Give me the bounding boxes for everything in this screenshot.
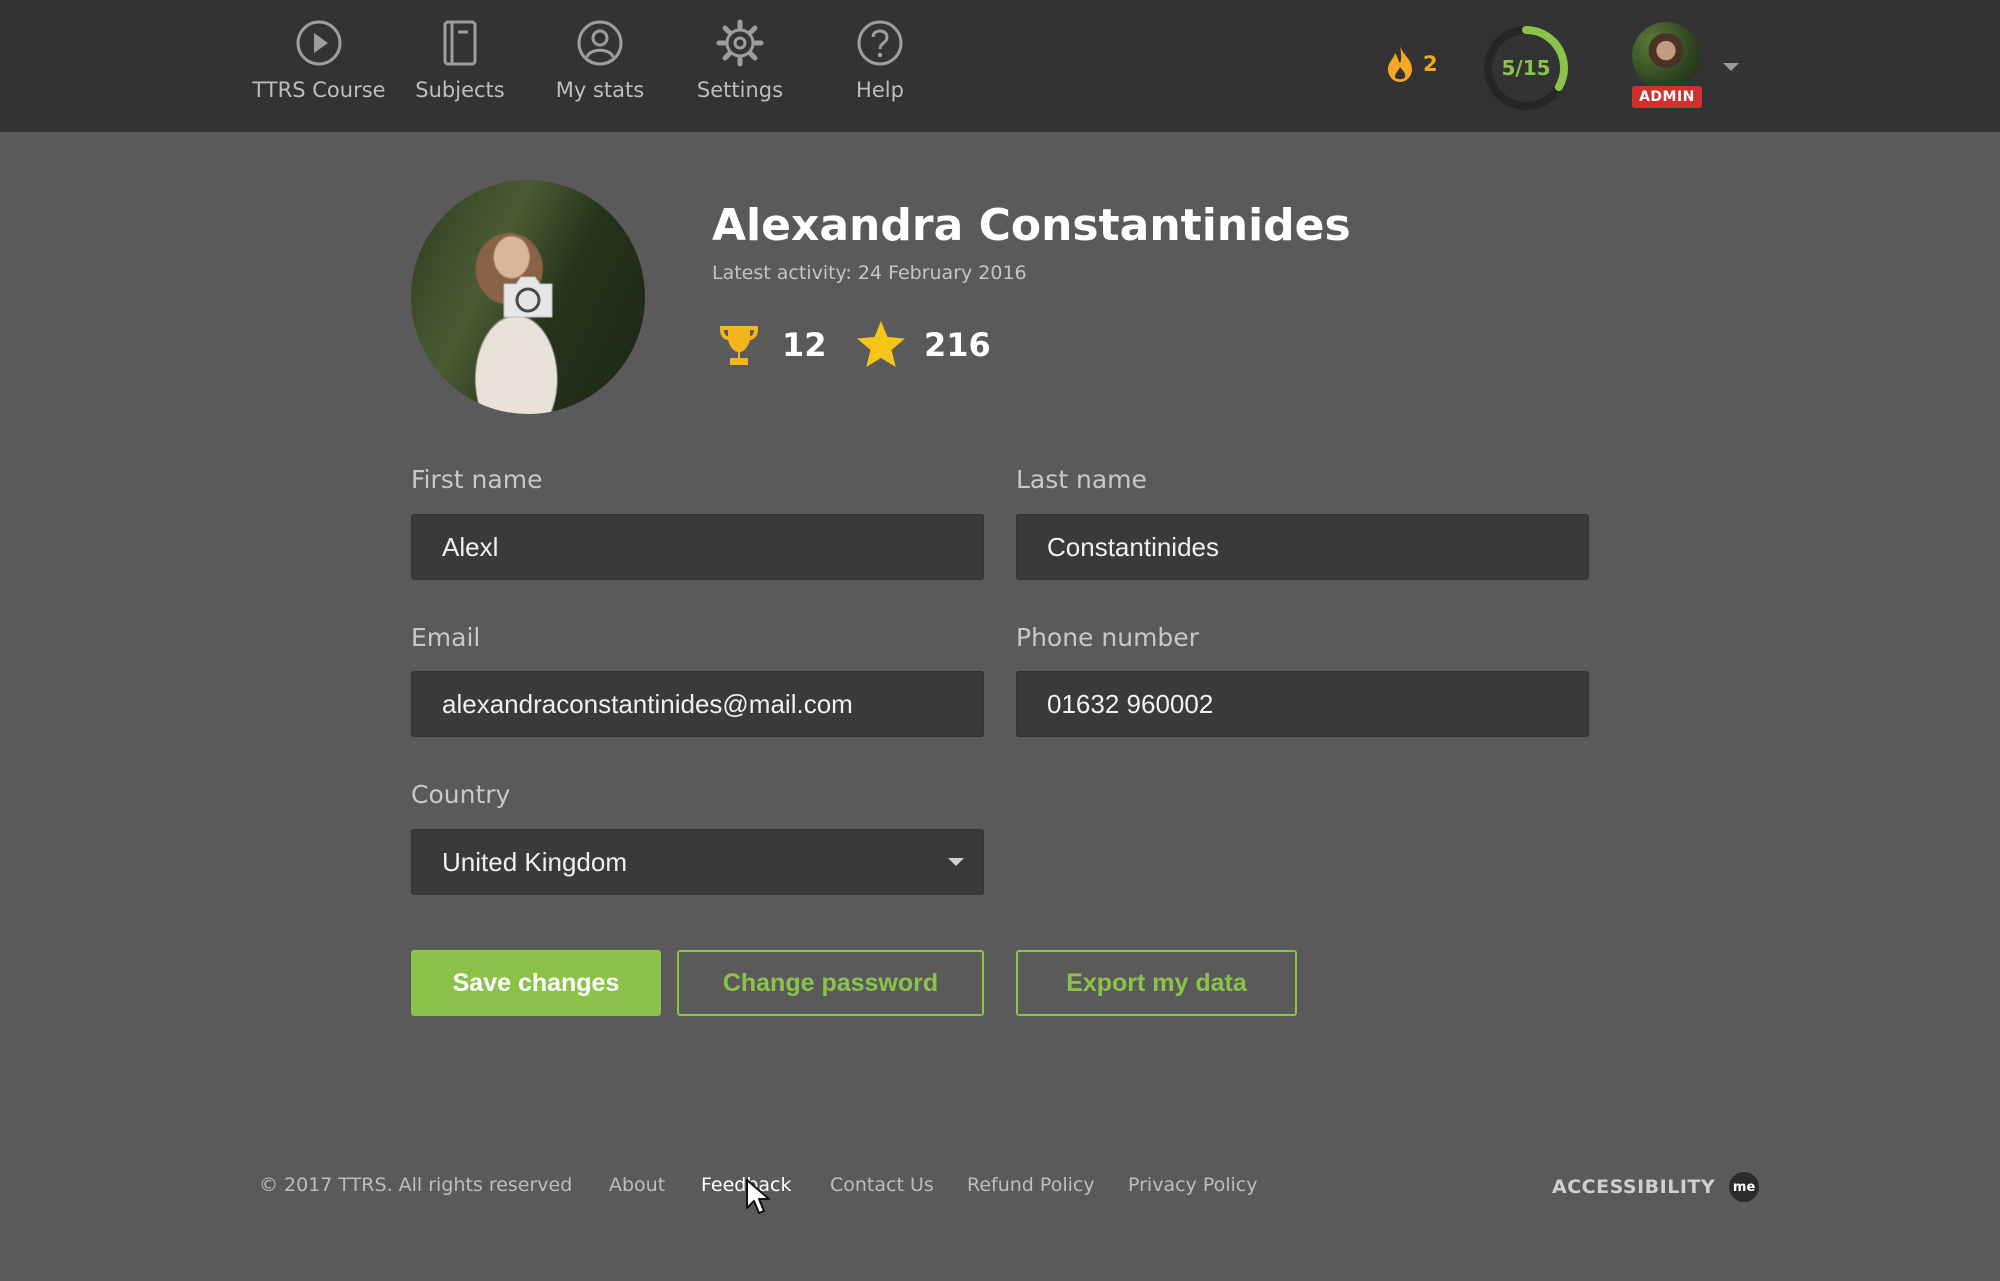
trophy-icon: [720, 326, 758, 365]
progress-text: 5/15: [1501, 56, 1551, 80]
streak-count: 2: [1423, 52, 1438, 76]
nav-label: Settings: [696, 78, 784, 102]
footer-link-privacy[interactable]: Privacy Policy: [1128, 1174, 1257, 1196]
save-changes-button[interactable]: Save changes: [411, 950, 661, 1016]
last-name-label: Last name: [1016, 465, 1147, 494]
camera-icon[interactable]: [500, 274, 556, 320]
play-circle-icon: [296, 20, 342, 66]
star-icon: [857, 321, 905, 367]
country-select[interactable]: United Kingdom: [411, 829, 984, 895]
email-label: Email: [411, 623, 481, 652]
star-count: 216: [924, 326, 991, 364]
mouse-cursor-icon: [746, 1179, 770, 1214]
phone-label: Phone number: [1016, 623, 1199, 652]
nav-ttrs-course[interactable]: TTRS Course: [249, 18, 389, 118]
accessibility-button[interactable]: ACCESSIBILITY me: [1552, 1172, 1760, 1202]
copyright-text: © 2017 TTRS. All rights reserved: [259, 1174, 573, 1196]
footer-link-about[interactable]: About: [609, 1174, 665, 1196]
latest-activity: Latest activity: 24 February 2016: [712, 262, 1027, 284]
footer-link-contact[interactable]: Contact Us: [830, 1174, 934, 1196]
nav-my-stats[interactable]: My stats: [530, 18, 670, 118]
user-circle-icon: [577, 20, 623, 66]
export-data-button[interactable]: Export my data: [1016, 950, 1297, 1016]
user-avatar[interactable]: [1632, 22, 1700, 90]
top-navigation-bar: TTRS Course Subjects My stats Settings H…: [0, 0, 2000, 132]
profile-name: Alexandra Constantinides: [712, 200, 1351, 251]
nav-label: My stats: [555, 78, 645, 102]
email-input[interactable]: alexandraconstantinides@mail.com: [411, 671, 984, 737]
nav-help[interactable]: Help: [810, 18, 950, 118]
flame-icon: [1388, 46, 1412, 82]
star-stat: 216: [854, 318, 991, 372]
last-name-input[interactable]: Constantinides: [1016, 514, 1589, 580]
admin-badge: ADMIN: [1632, 86, 1702, 108]
phone-input[interactable]: 01632 960002: [1016, 671, 1589, 737]
book-icon: [443, 20, 477, 66]
chevron-down-icon[interactable]: [948, 858, 964, 866]
help-circle-icon: [857, 20, 903, 66]
footer-link-refund[interactable]: Refund Policy: [967, 1174, 1095, 1196]
nav-subjects[interactable]: Subjects: [390, 18, 530, 118]
streak-indicator[interactable]: 2: [1385, 44, 1438, 84]
first-name-label: First name: [411, 465, 543, 494]
trophy-stat: 12: [712, 318, 827, 372]
country-label: Country: [411, 780, 511, 809]
first-name-input[interactable]: Alexl: [411, 514, 984, 580]
progress-ring[interactable]: 5/15: [1481, 23, 1571, 113]
change-password-button[interactable]: Change password: [677, 950, 984, 1016]
chevron-down-icon[interactable]: [1723, 63, 1739, 71]
nav-settings[interactable]: Settings: [670, 18, 810, 118]
nav-label: Subjects: [415, 78, 505, 102]
gear-icon: [716, 19, 764, 67]
accessibility-label: ACCESSIBILITY: [1552, 1176, 1716, 1198]
me-badge-icon: me: [1729, 1172, 1760, 1202]
nav-label: Help: [856, 78, 904, 102]
nav-label: TTRS Course: [252, 78, 386, 102]
trophy-count: 12: [782, 326, 827, 364]
